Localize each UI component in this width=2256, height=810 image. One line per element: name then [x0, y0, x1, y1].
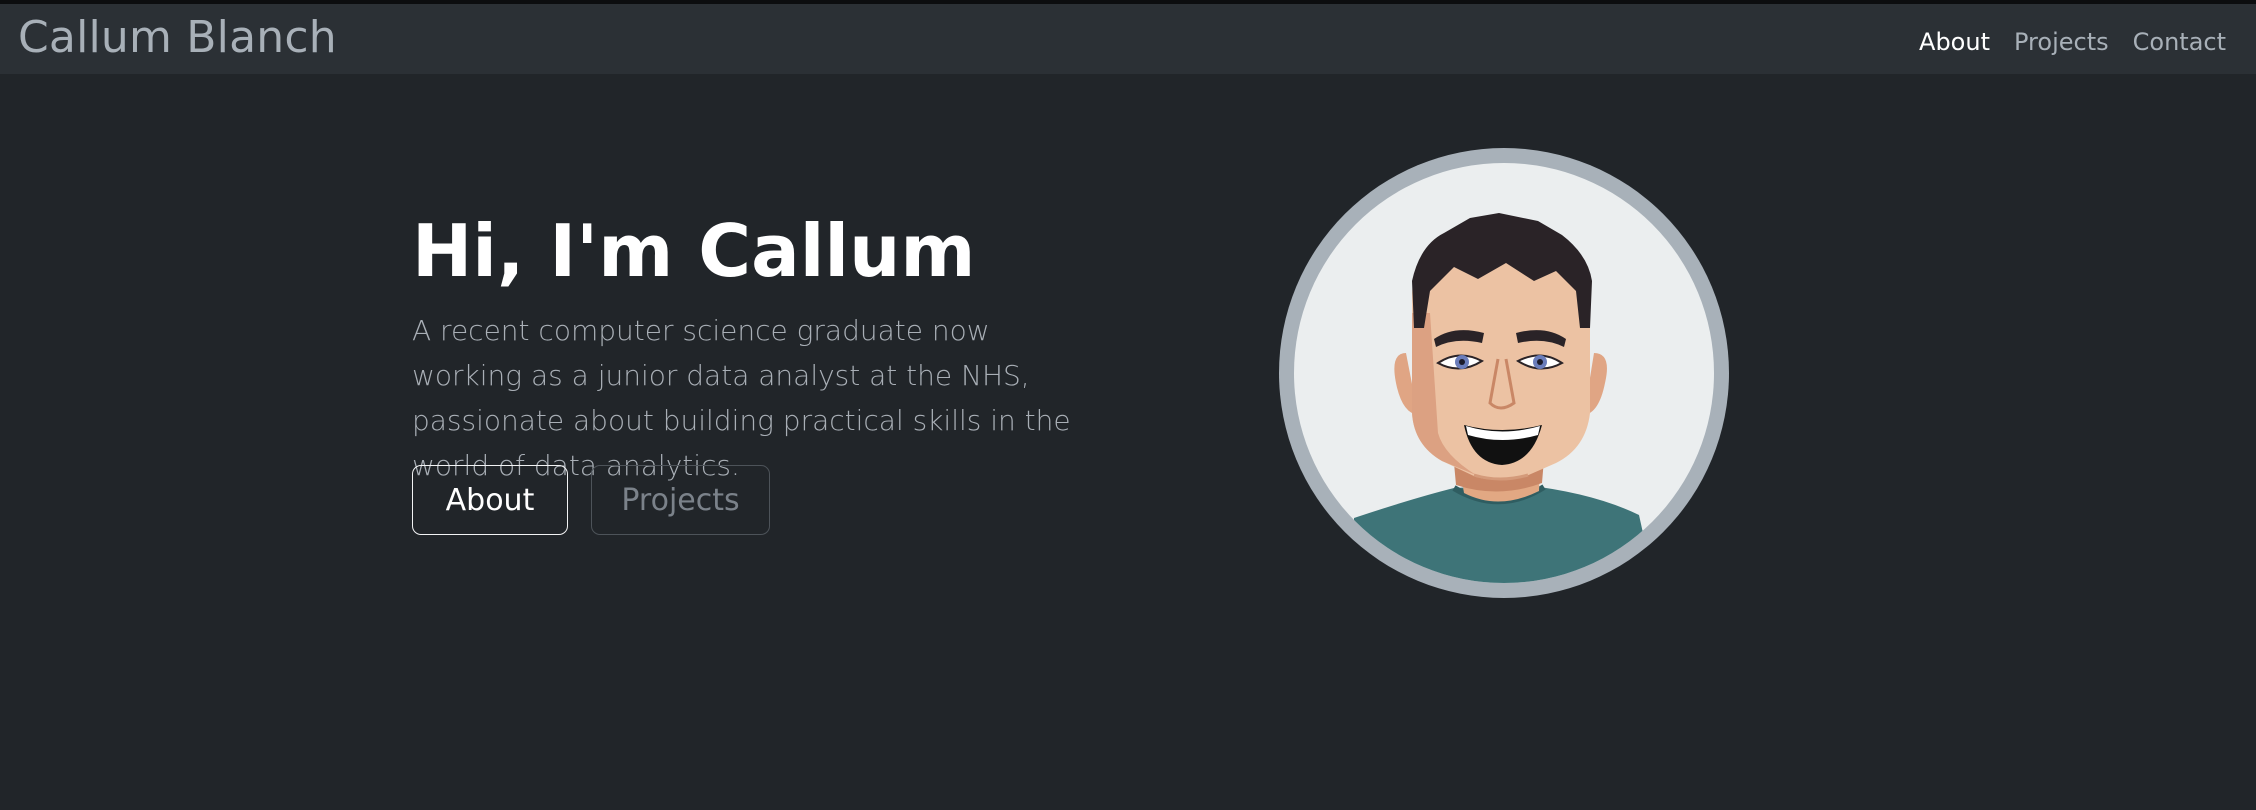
nav-link-contact[interactable]: Contact [2133, 25, 2226, 59]
cartoon-portrait-avatar-icon [1354, 213, 1654, 583]
right-pupil-shape [1537, 359, 1543, 365]
hero-lead: A recent computer science graduate now w… [412, 314, 1071, 482]
projects-button[interactable]: Projects [591, 465, 770, 535]
navbar-brand[interactable]: Callum Blanch [18, 8, 337, 68]
nav-link-about[interactable]: About [1919, 25, 1990, 59]
left-pupil-shape [1459, 359, 1465, 365]
hero-title: Hi, I'm Callum [412, 209, 976, 293]
avatar-ring [1279, 148, 1729, 598]
avatar [1294, 163, 1714, 583]
nav-links: About Projects Contact [1919, 25, 2226, 59]
navbar: Callum Blanch About Projects Contact [0, 4, 2256, 74]
nav-link-projects[interactable]: Projects [2014, 25, 2109, 59]
about-button[interactable]: About [412, 465, 568, 535]
